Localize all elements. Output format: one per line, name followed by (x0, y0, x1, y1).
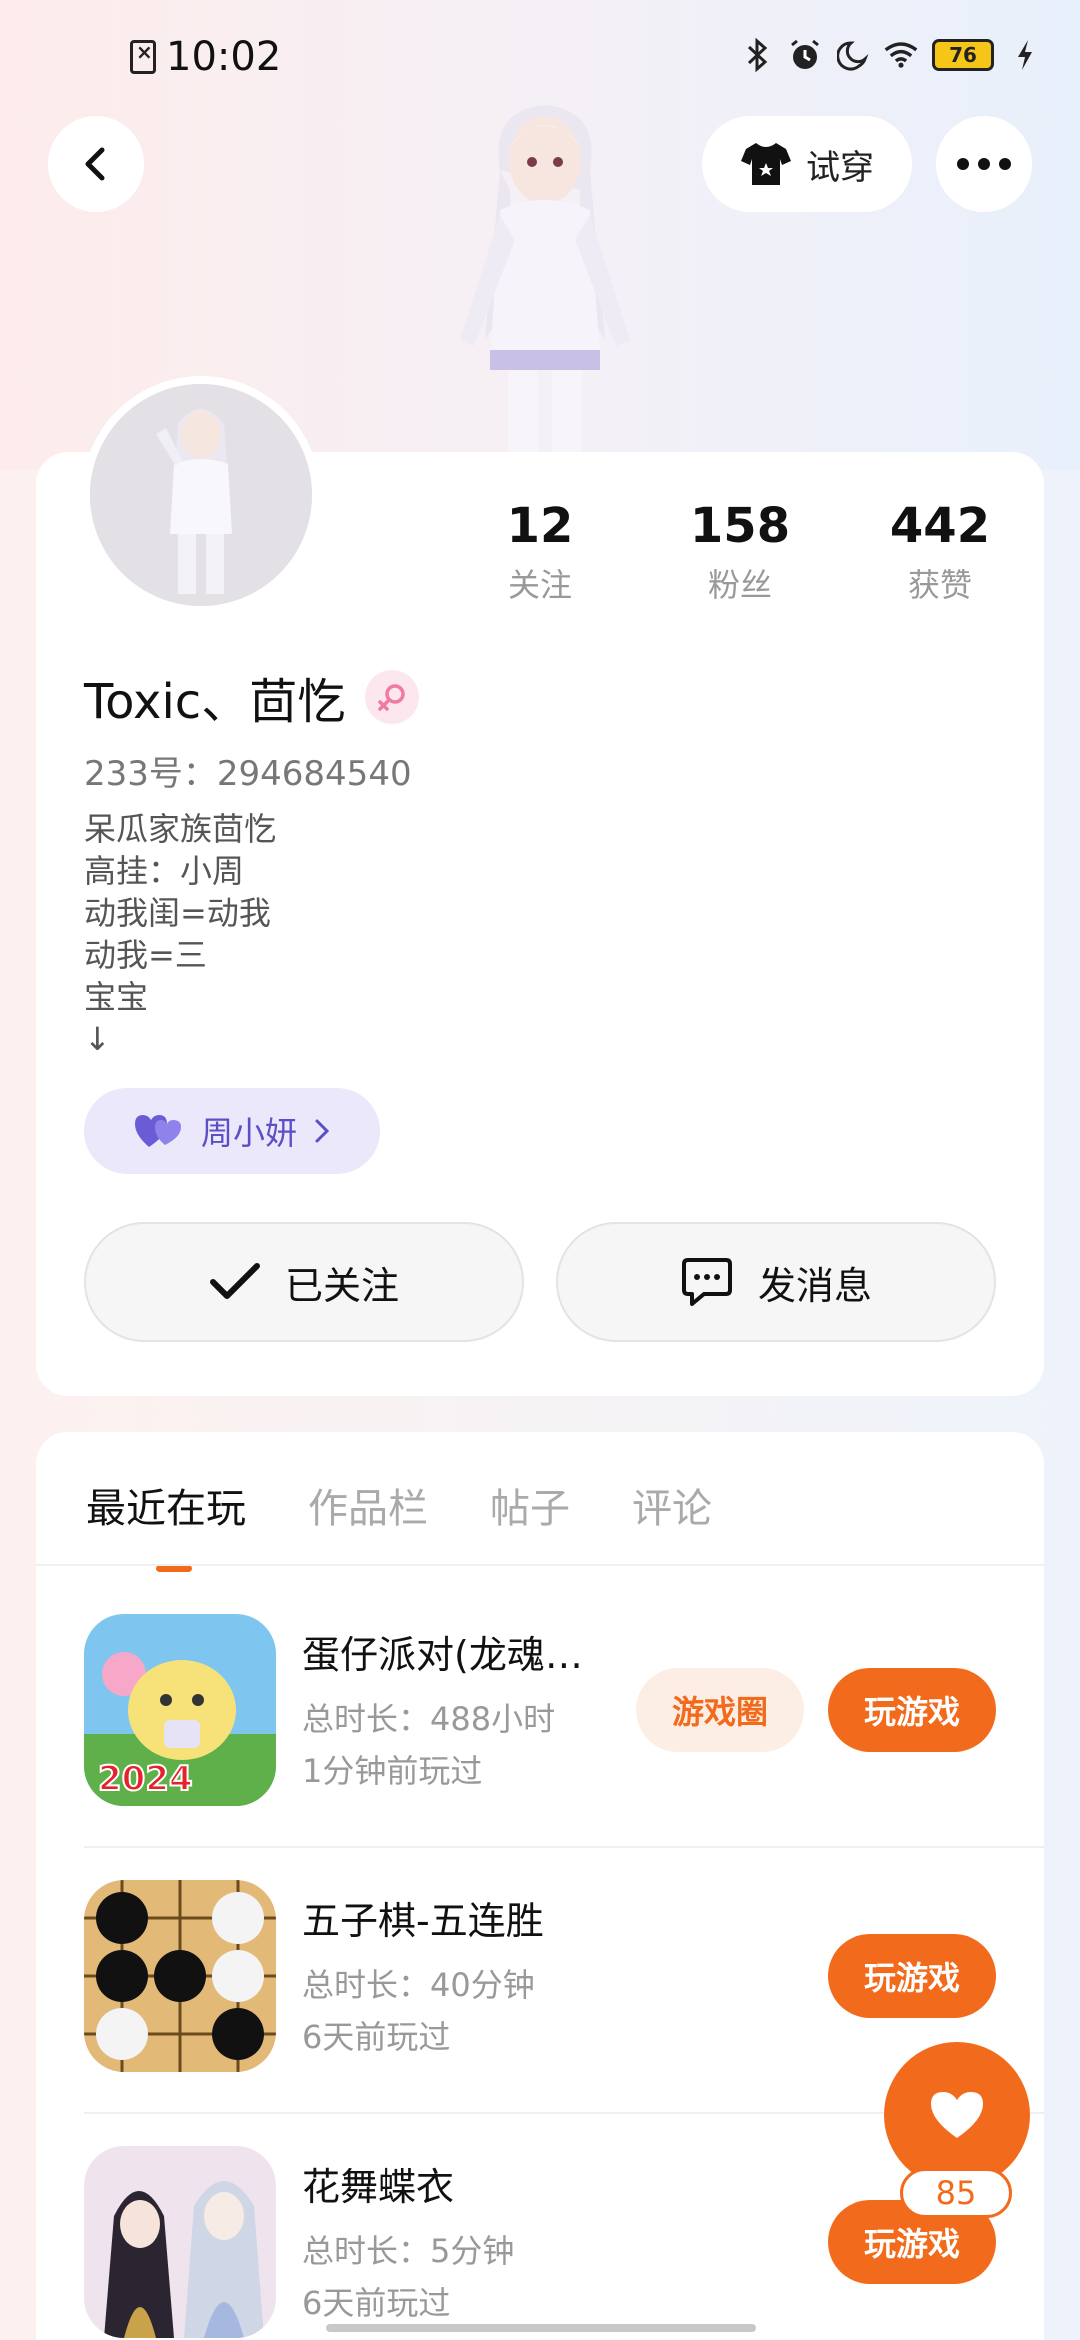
tab-works[interactable]: 作品栏 (308, 1476, 428, 1534)
female-gender-icon (365, 670, 420, 724)
nickname-row: Toxic、茴忔 (84, 662, 420, 732)
moon-icon (836, 38, 870, 72)
alarm-icon (788, 38, 822, 72)
double-heart-icon (134, 1115, 181, 1147)
content-panel: 最近在玩 作品栏 帖子 评论 2024 蛋仔派对(龙魂… 总时长：488小时 1… (36, 1432, 1044, 2340)
game-icon-eggy-party[interactable]: 2024 (84, 1614, 276, 1806)
try-on-label: 试穿 (806, 147, 874, 188)
tab-recently-played[interactable]: 最近在玩 (86, 1476, 246, 1572)
charging-icon (1008, 38, 1042, 72)
send-message-button[interactable]: 发消息 (556, 1222, 996, 1342)
heart-icon (931, 2092, 983, 2138)
game-circle-button[interactable]: 游戏圈 (636, 1668, 804, 1752)
game-title: 花舞蝶衣 (302, 2165, 455, 2209)
follow-label: 已关注 (284, 1263, 399, 1308)
nickname: Toxic、茴忔 (84, 674, 346, 730)
chat-bubble-icon (681, 1258, 732, 1306)
bio-line: 动我=三 (84, 936, 207, 974)
tab-divider (36, 1564, 1044, 1566)
stat-following[interactable]: 12 关注 (440, 498, 640, 606)
try-on-button[interactable]: 试穿 (702, 116, 912, 212)
game-last-played: 6天前玩过 (302, 2284, 451, 2322)
play-game-button[interactable]: 玩游戏 (828, 1934, 996, 2018)
more-dots-icon (957, 158, 1011, 170)
stat-label: 获赞 (907, 566, 972, 604)
chevron-right-icon (315, 1119, 330, 1143)
game-row[interactable]: 2024 蛋仔派对(龙魂… 总时长：488小时 1分钟前玩过 游戏圈 玩游戏 (84, 1614, 1044, 1880)
game-duration: 总时长：5分钟 (302, 2232, 515, 2270)
game-last-played: 1分钟前玩过 (302, 1752, 483, 1790)
bio-line: 高挂：小周 (84, 852, 245, 890)
user-id: 233号：294684540 (84, 754, 412, 794)
send-message-label: 发消息 (757, 1263, 872, 1308)
back-button[interactable] (48, 116, 144, 212)
play-game-button[interactable]: 玩游戏 (828, 1668, 996, 1752)
stat-label: 关注 (507, 566, 572, 604)
status-time: 10:02 (166, 34, 282, 80)
more-button[interactable] (936, 116, 1032, 212)
avatar[interactable] (82, 376, 320, 614)
shirt-icon (741, 143, 791, 185)
bio-line: ↓ (84, 1020, 111, 1058)
stat-value: 158 (689, 498, 791, 554)
game-icon-flower-dance[interactable] (84, 2146, 276, 2338)
game-title: 蛋仔派对(龙魂… (302, 1633, 583, 1677)
home-indicator[interactable] (326, 2324, 756, 2332)
row-divider (84, 1846, 1044, 1848)
stat-value: 12 (506, 498, 574, 554)
stat-likes[interactable]: 442 获赞 (840, 498, 1040, 606)
tab-comments[interactable]: 评论 (632, 1476, 712, 1534)
cp-name: 周小妍 (200, 1114, 297, 1152)
bio-line: 呆瓜家族茴忔 (84, 810, 277, 848)
bio-line: 动我闺=动我 (84, 894, 271, 932)
stat-label: 粉丝 (707, 566, 772, 604)
tab-bar: 最近在玩 作品栏 帖子 评论 (86, 1476, 712, 1572)
game-icon-badge-text: 2024 (98, 1759, 193, 1799)
like-fab[interactable] (884, 2042, 1030, 2188)
bio: 呆瓜家族茴忔 高挂：小周 动我闺=动我 动我=三 宝宝 ↓ (84, 808, 276, 1060)
follow-button[interactable]: 已关注 (84, 1222, 524, 1342)
bluetooth-icon (740, 38, 774, 72)
avatar-3d-figure[interactable] (430, 100, 660, 460)
profile-stats: 12 关注 158 粉丝 442 获赞 (440, 498, 1040, 606)
game-duration: 总时长：488小时 (302, 1700, 556, 1738)
game-row[interactable]: 花舞蝶衣 总时长：5分钟 6天前玩过 玩游戏 (84, 2146, 1044, 2340)
stat-followers[interactable]: 158 粉丝 (640, 498, 840, 606)
like-count: 85 (900, 2168, 1012, 2218)
cp-relation-tag[interactable]: 周小妍 (84, 1088, 380, 1174)
bio-line: 宝宝 (84, 978, 149, 1016)
sim-off-icon (130, 40, 156, 74)
checkmark-icon (209, 1263, 260, 1299)
game-duration: 总时长：40分钟 (302, 1966, 535, 2004)
battery-icon: 76 (932, 39, 994, 71)
wifi-icon (884, 38, 918, 72)
game-icon-gomoku[interactable] (84, 1880, 276, 2072)
tab-posts[interactable]: 帖子 (490, 1476, 570, 1534)
game-last-played: 6天前玩过 (302, 2018, 451, 2056)
stat-value: 442 (889, 498, 991, 554)
chevron-left-icon (85, 147, 105, 181)
game-title: 五子棋-五连胜 (302, 1899, 544, 1943)
